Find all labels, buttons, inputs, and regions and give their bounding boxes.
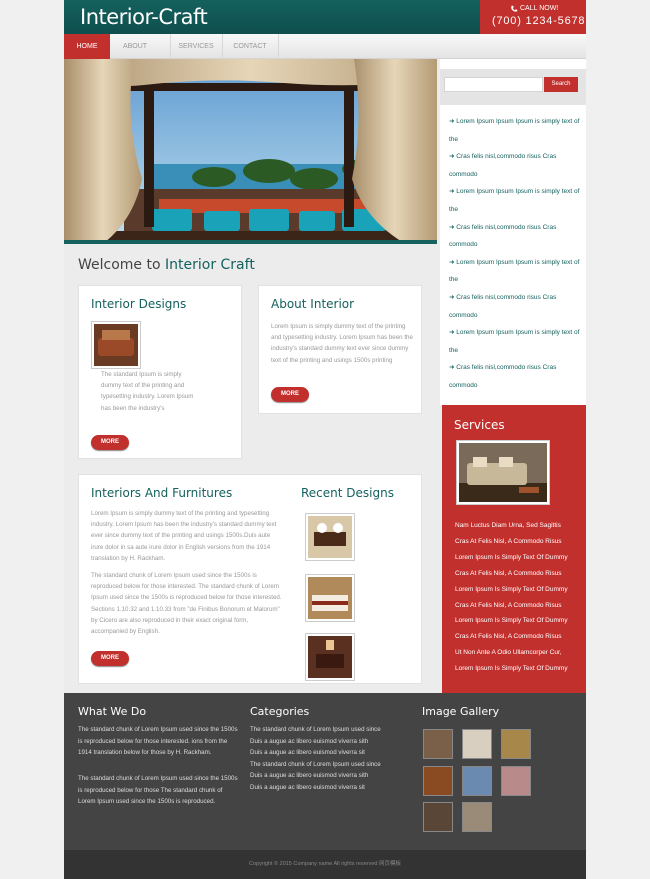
services-item[interactable]: Cras At Felis Nisl, A Commodo Risus — [455, 629, 568, 645]
what-we-do-title: What We Do — [78, 705, 147, 718]
nav-about[interactable]: ABOUT — [110, 34, 160, 59]
furnitures-more-button[interactable]: MORE — [91, 651, 129, 666]
welcome-brand: Interior Craft — [165, 257, 255, 273]
categories-list: The standard chunk of Lorem Ipsum used s… — [250, 724, 400, 794]
gallery-thumb[interactable] — [501, 766, 531, 796]
sidebar: Search ➜ Lorem Ipsum Ipsum Ipsum is simp… — [440, 59, 586, 405]
category-link[interactable]: Duis a augue ac libero euismod viverra s… — [250, 782, 400, 794]
footer: What We Do The standard chunk of Lorem I… — [64, 693, 586, 850]
gallery-thumb[interactable] — [423, 802, 453, 832]
sidebar-link[interactable]: ➜ Cras felis nisl,commodo risus Cras com… — [440, 289, 586, 324]
gallery-thumb[interactable] — [423, 729, 453, 759]
copyright-text: Copyright © 2015 Company name All rights… — [248, 861, 401, 867]
recent-design-thumb[interactable] — [305, 574, 355, 622]
category-link[interactable]: Duis a augue ac libero euismod viverra s… — [250, 736, 400, 748]
sidebar-link[interactable]: ➜ Lorem Ipsum Ipsum Ipsum is simply text… — [440, 183, 586, 218]
category-link[interactable]: Duis a augue ac libero euismod viverra s… — [250, 770, 400, 782]
page: Interior-Craft CALL NOW! (700) 1234-5678… — [64, 0, 586, 879]
services-list: Nam Luctus Diam Urna, Sed Sagittis Cras … — [455, 518, 568, 677]
services-item[interactable]: Lorem Ipsum Is Simply Text Of Dummy — [455, 582, 568, 598]
gallery-thumb[interactable] — [462, 766, 492, 796]
sidebar-link[interactable]: ➜ Cras felis nisl,commodo risus Cras com… — [440, 359, 586, 394]
category-link[interactable]: The standard chunk of Lorem Ipsum used s… — [250, 724, 400, 736]
welcome-prefix: Welcome to — [78, 257, 161, 273]
nav-home[interactable]: HOME — [64, 34, 110, 59]
gallery-thumb[interactable] — [501, 729, 531, 759]
recent-design-thumb[interactable] — [305, 513, 355, 561]
phone-number[interactable]: (700) 1234-5678 — [492, 15, 585, 27]
furnitures-paragraph-2: The standard chunk of Lorem Ipsum used s… — [91, 572, 282, 636]
interior-designs-box: Interior Designs The standard Ipsum is s… — [78, 285, 242, 459]
services-item[interactable]: Cras At Felis Nisl, A Commodo Risus — [455, 598, 568, 614]
nav-services[interactable]: SERVICES — [170, 34, 222, 59]
hero-bottom-bar — [64, 240, 437, 244]
about-interior-box: About Interior Lorem Ipsum is simply dum… — [258, 285, 422, 414]
sidebar-link[interactable]: ➜ Cras felis nisl,commodo risus Cras com… — [440, 148, 586, 183]
sidebar-links: ➜ Lorem Ipsum Ipsum Ipsum is simply text… — [440, 113, 586, 395]
furnitures-box: Interiors And Furnitures Lorem Ipsum is … — [78, 474, 422, 684]
services-item[interactable]: Cras At Felis Nisl, A Commodo Risus — [455, 534, 568, 550]
phone-icon — [511, 5, 518, 12]
services-panel: Services Nam Luctus Diam Urna, Sed Sagit… — [442, 405, 586, 693]
hero-image — [64, 59, 437, 243]
logo[interactable]: Interior-Craft — [80, 5, 208, 29]
welcome-heading: Welcome to Interior Craft — [78, 257, 255, 273]
interior-designs-text: The standard Ipsum is simply dummy text … — [101, 371, 194, 412]
services-item[interactable]: Lorem Ipsum Is Simply Text Of Dummy — [455, 661, 568, 677]
call-now-box: CALL NOW! (700) 1234-5678 — [480, 0, 586, 34]
sidebar-link[interactable]: ➜ Lorem Ipsum Ipsum Ipsum is simply text… — [440, 324, 586, 359]
call-label: CALL NOW! — [520, 5, 559, 12]
category-link[interactable]: Duis a augue ac libero euismod viverra s… — [250, 747, 400, 759]
about-interior-text: Lorem Ipsum is simply dummy text of the … — [271, 323, 413, 364]
services-title: Services — [454, 418, 505, 432]
furnitures-title: Interiors And Furnitures — [91, 486, 233, 500]
search-bar: Search — [440, 69, 586, 105]
gallery-thumb[interactable] — [462, 729, 492, 759]
search-input[interactable] — [444, 77, 543, 92]
services-item[interactable]: Nam Luctus Diam Urna, Sed Sagittis — [455, 518, 568, 534]
image-gallery-title: Image Gallery — [422, 705, 500, 718]
nav-contact[interactable]: CONTACT — [222, 34, 278, 59]
services-item[interactable]: Ut Non Ante A Odio Ullamcorper Cur, — [455, 645, 568, 661]
what-we-do-text-1: The standard chunk of Lorem Ipsum used s… — [78, 726, 238, 757]
about-interior-more-button[interactable]: MORE — [271, 387, 309, 402]
interior-designs-title: Interior Designs — [91, 297, 187, 311]
interior-designs-thumb[interactable] — [91, 321, 141, 369]
services-item[interactable]: Lorem Ipsum Is Simply Text Of Dummy — [455, 613, 568, 629]
services-item[interactable]: Cras At Felis Nisl, A Commodo Risus — [455, 566, 568, 582]
services-item[interactable]: Lorem Ipsum Is Simply Text Of Dummy — [455, 550, 568, 566]
copyright-bar: Copyright © 2015 Company name All rights… — [64, 850, 586, 879]
categories-title: Categories — [250, 705, 310, 718]
sidebar-link[interactable]: ➜ Cras felis nisl,commodo risus Cras com… — [440, 219, 586, 254]
services-image — [456, 440, 550, 505]
sidebar-link[interactable]: ➜ Lorem Ipsum Ipsum Ipsum is simply text… — [440, 254, 586, 289]
about-interior-title: About Interior — [271, 297, 355, 311]
gallery-thumb[interactable] — [423, 766, 453, 796]
what-we-do-text-2: The standard chunk of Lorem Ipsum used s… — [78, 775, 238, 806]
recent-design-thumb[interactable] — [305, 633, 355, 681]
search-button[interactable]: Search — [544, 77, 578, 92]
recent-designs-title: Recent Designs — [301, 486, 394, 500]
gallery-thumb[interactable] — [462, 802, 492, 832]
interior-designs-more-button[interactable]: MORE — [91, 435, 129, 450]
sidebar-link[interactable]: ➜ Lorem Ipsum Ipsum Ipsum is simply text… — [440, 113, 586, 148]
category-link[interactable]: The standard chunk of Lorem Ipsum used s… — [250, 759, 400, 771]
main-nav: HOME ABOUT SERVICES CONTACT — [64, 34, 586, 59]
furnitures-paragraph-1: Lorem Ipsum is simply dummy text of the … — [91, 510, 277, 562]
header: Interior-Craft CALL NOW! (700) 1234-5678 — [64, 0, 586, 34]
